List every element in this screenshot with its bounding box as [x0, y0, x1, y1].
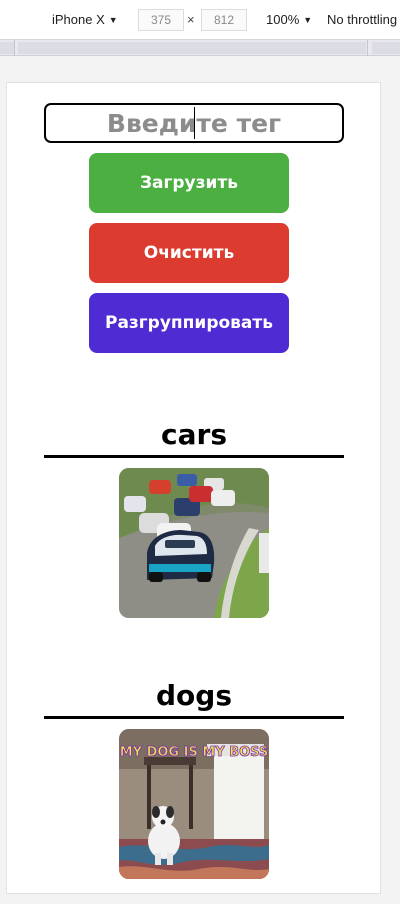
emulated-viewport: Загрузить Очистить Разгруппировать cars [6, 82, 381, 894]
ruler-tick [14, 40, 15, 56]
zoom-select[interactable]: 100% ▼ [266, 12, 312, 27]
viewport-width-field[interactable]: 375 [138, 9, 184, 31]
zoom-value: 100% [266, 12, 300, 27]
ruler-tick [367, 40, 368, 56]
media-query-ruler [0, 40, 400, 56]
image-caption: MY DOG IS MY BOSS [120, 745, 269, 760]
group-title: dogs [156, 679, 232, 712]
caret-down-icon: ▼ [303, 14, 313, 25]
ungroup-button[interactable]: Разгруппировать [89, 293, 289, 353]
viewport-height-field[interactable]: 812 [201, 9, 247, 31]
devtools-device-toolbar: iPhone X ▼ 375 × 812 100% ▼ No throttlin… [0, 0, 400, 40]
dogs-gif-thumbnail[interactable]: MY DOG IS MY BOSS [119, 729, 269, 879]
group-divider [44, 455, 344, 458]
caret-down-icon: ▼ [108, 14, 118, 25]
dimension-separator: × [187, 12, 195, 27]
group-title: cars [161, 418, 227, 451]
device-select[interactable]: iPhone X ▼ [52, 12, 118, 27]
race-cars-image [119, 468, 269, 618]
dog-image: MY DOG IS MY BOSS [119, 729, 269, 879]
device-name: iPhone X [52, 12, 105, 27]
ruler-segment[interactable] [18, 42, 366, 54]
throttling-select[interactable]: No throttling [327, 12, 397, 27]
cars-gif-thumbnail[interactable] [119, 468, 269, 618]
ruler-segment[interactable] [0, 42, 14, 54]
group-divider [44, 716, 344, 719]
ruler-segment[interactable] [372, 42, 400, 54]
clear-button[interactable]: Очистить [89, 223, 289, 283]
load-button[interactable]: Загрузить [89, 153, 289, 213]
text-cursor [194, 107, 195, 139]
